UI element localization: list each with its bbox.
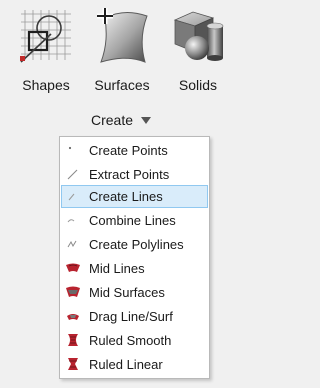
- surfaces-label: Surfaces: [94, 77, 150, 93]
- solids-tool-button[interactable]: Solids: [158, 4, 238, 96]
- menu-item-ruled-linear[interactable]: Ruled Linear: [61, 353, 208, 376]
- menu-item-create-lines[interactable]: Create Lines: [61, 185, 208, 208]
- ruled-linear-icon: [68, 358, 78, 370]
- menu-item-drag-line-surf[interactable]: Drag Line/Surf: [61, 305, 208, 328]
- extract-point-icon: [67, 169, 78, 180]
- shapes-tool-button[interactable]: Shapes: [6, 4, 86, 96]
- solids-icon: [173, 11, 224, 61]
- line-icon: [68, 193, 75, 201]
- surfaces-tool-button[interactable]: Surfaces: [82, 4, 162, 96]
- geometry-toolbar: Shapes Surfaces Solids Create: [0, 0, 242, 135]
- shapes-label: Shapes: [22, 77, 70, 93]
- mid-lines-icon: [66, 263, 80, 272]
- mid-surfaces-icon: [66, 286, 80, 297]
- menu-item-mid-surfaces[interactable]: Mid Surfaces: [61, 281, 208, 304]
- shapes-icon: [20, 10, 71, 63]
- drag-line-surf-icon: [67, 314, 79, 320]
- surfaces-icon: [97, 8, 148, 63]
- solids-label: Solids: [178, 77, 218, 93]
- menu-item-extract-points[interactable]: Extract Points: [61, 163, 208, 186]
- menu-item-combine-lines[interactable]: Combine Lines: [61, 209, 208, 232]
- combine-lines-icon: [67, 219, 75, 223]
- menu-item-ruled-smooth[interactable]: Ruled Smooth: [61, 329, 208, 352]
- chevron-down-icon: [141, 117, 152, 124]
- ruled-smooth-icon: [68, 334, 78, 346]
- create-menu: Create Points Extract Points Create Line…: [59, 136, 210, 379]
- menu-item-create-points[interactable]: Create Points: [61, 139, 208, 162]
- point-icon: [68, 146, 72, 150]
- create-dropdown[interactable]: Create: [0, 112, 242, 132]
- polyline-icon: [67, 240, 77, 248]
- menu-item-create-polylines[interactable]: Create Polylines: [61, 233, 208, 256]
- create-label: Create: [90, 112, 134, 128]
- menu-item-mid-lines[interactable]: Mid Lines: [61, 257, 208, 280]
